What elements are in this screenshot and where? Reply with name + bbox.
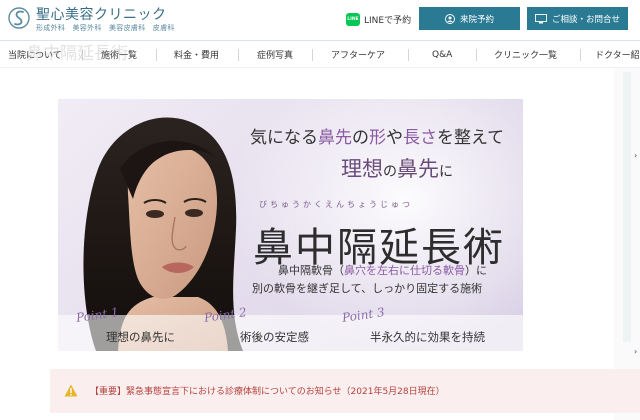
nav-divider bbox=[476, 49, 477, 61]
nav-divider bbox=[408, 49, 409, 61]
chevron-right-icon[interactable]: › bbox=[634, 347, 637, 356]
nav-item-aftercare[interactable]: アフターケア bbox=[331, 41, 385, 68]
consultation-label: ご相談・お問合せ bbox=[551, 14, 620, 25]
nav-item-prices[interactable]: 料金・費用 bbox=[174, 41, 219, 68]
nav-item-qa[interactable]: Q&A bbox=[432, 41, 452, 68]
point-label: Point 2 bbox=[203, 305, 248, 325]
headline-fragment: 気になる bbox=[250, 128, 318, 148]
person-icon bbox=[445, 13, 455, 24]
nav-item-doctors[interactable]: ドクター紹 bbox=[595, 41, 640, 68]
chevron-right-icon[interactable]: › bbox=[634, 151, 637, 160]
point-2-label: Point 2 bbox=[203, 304, 248, 325]
headline-fragment: の bbox=[352, 128, 369, 148]
nav-divider bbox=[156, 49, 157, 61]
nav-item-cases[interactable]: 症例写真 bbox=[257, 41, 293, 68]
headline-highlight: 長さ bbox=[403, 128, 437, 148]
banner-subheadline: 理想の鼻先に bbox=[341, 153, 453, 183]
side-scroll-thumb[interactable] bbox=[623, 72, 631, 342]
warning-icon bbox=[64, 384, 78, 397]
subheadline-particle: に bbox=[439, 164, 453, 180]
line-reserve-link[interactable]: LINE LINEで予約 bbox=[346, 9, 411, 29]
nav-divider bbox=[312, 49, 313, 61]
subheadline-particle: の bbox=[383, 164, 397, 180]
treatment-description-line2: 別の軟骨を継ぎ足して、しっかり固定する施術 bbox=[252, 282, 483, 295]
title-furigana: びちゅうかくえんちょうじゅつ bbox=[259, 200, 413, 209]
headline-fragment: や bbox=[386, 128, 403, 148]
description-highlight: 鼻穴を左右に仕切る軟骨 bbox=[344, 264, 465, 277]
nav-divider bbox=[238, 49, 239, 61]
important-notice-banner[interactable]: 【重要】緊急事態宣言下における診療体制についてのお知らせ（2021年5月28日現… bbox=[50, 369, 640, 413]
headline-fragment: を整えて bbox=[437, 128, 505, 148]
nav-divider bbox=[82, 49, 83, 61]
point-3-label: Point 3 bbox=[341, 304, 386, 325]
clinic-logo-icon[interactable] bbox=[8, 6, 30, 30]
headline-highlight: 形 bbox=[369, 128, 386, 148]
point-label: Point 3 bbox=[341, 305, 386, 325]
notice-link-text[interactable]: 【重要】緊急事態宣言下における診療体制についてのお知らせ（2021年5月28日現… bbox=[90, 384, 445, 397]
clinic-name[interactable]: 聖心美容クリニック bbox=[36, 4, 167, 24]
description-fragment: 鼻中隔軟骨（ bbox=[278, 264, 344, 277]
point-2-text: 術後の安定感 bbox=[240, 330, 309, 344]
line-app-icon: LINE bbox=[346, 12, 360, 26]
headline-highlight: 鼻先 bbox=[318, 128, 352, 148]
visit-reservation-label: 来院予約 bbox=[459, 14, 494, 25]
nav-item-about[interactable]: 当院について bbox=[8, 41, 62, 68]
monitor-icon bbox=[535, 13, 547, 23]
hero-banner[interactable]: 気になる鼻先の形や長さを整えて 理想の鼻先に びちゅうかくえんちょうじゅつ 鼻中… bbox=[58, 99, 523, 351]
banner-headline: 気になる鼻先の形や長さを整えて bbox=[250, 123, 504, 148]
subheadline-fragment: 理想 bbox=[341, 157, 383, 181]
point-label: Point 1 bbox=[75, 305, 120, 325]
line-reserve-label: LINEで予約 bbox=[364, 15, 412, 26]
point-3-text: 半永久的に効果を持続 bbox=[370, 330, 485, 344]
consultation-button[interactable]: ご相談・お問合せ bbox=[527, 7, 628, 30]
site-header: 聖心美容クリニック 形成外科 美容外科 美容皮膚科 皮膚科 LINE LINEで… bbox=[0, 0, 640, 40]
visit-reservation-button[interactable]: 来院予約 bbox=[419, 7, 520, 30]
clinic-departments: 形成外科 美容外科 美容皮膚科 皮膚科 bbox=[36, 24, 175, 32]
subheadline-fragment: 鼻先 bbox=[397, 157, 439, 181]
nav-item-treatments[interactable]: 施術一覧 bbox=[101, 41, 137, 68]
point-1-label: Point 1 bbox=[75, 304, 120, 325]
treatment-description-line1: 鼻中隔軟骨（鼻穴を左右に仕切る軟骨）に bbox=[278, 262, 487, 278]
global-nav: 当院について 施術一覧 料金・費用 症例写真 アフターケア Q&A クリニック一… bbox=[0, 40, 640, 68]
point-1-text: 理想の鼻先に bbox=[106, 330, 175, 344]
description-fragment: ）に bbox=[465, 264, 487, 277]
nav-item-clinics[interactable]: クリニック一覧 bbox=[494, 41, 557, 68]
nav-divider bbox=[580, 49, 581, 61]
